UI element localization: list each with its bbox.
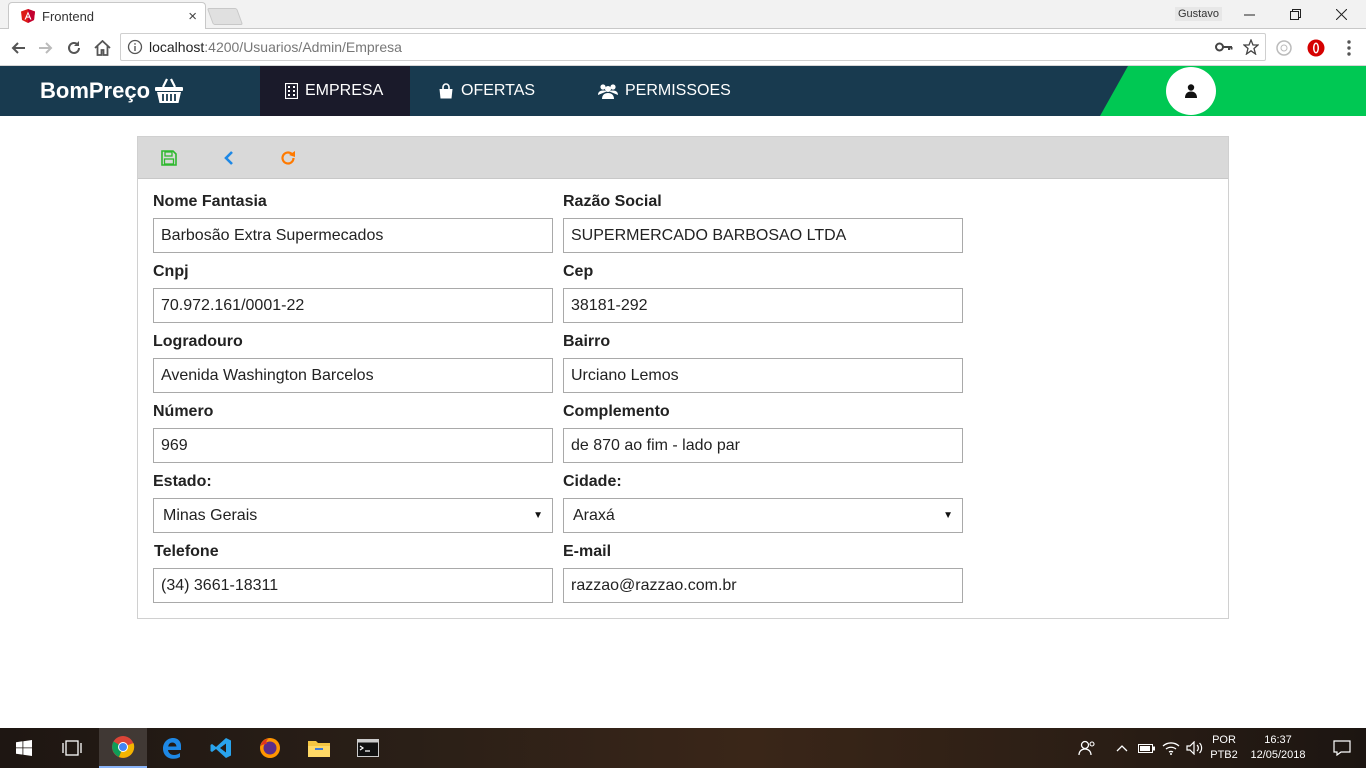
brand-name: BomPreço [40,78,151,103]
refresh-button[interactable] [277,147,299,169]
label-nome-fantasia: Nome Fantasia [153,193,267,210]
dropdown-arrow-icon: ▼ [943,510,953,521]
cidade-selected: Araxá [573,506,615,524]
logradouro-field[interactable] [153,358,553,393]
users-icon [598,84,618,99]
label-complemento: Complemento [563,403,670,420]
building-icon [285,83,298,99]
save-button[interactable] [158,147,180,169]
user-avatar[interactable] [1166,67,1216,115]
accent-band [1100,66,1366,116]
forward-arrow-icon[interactable] [35,37,57,59]
windows-taskbar: POR PTB2 16:37 12/05/2018 [0,728,1366,768]
nav-item-empresa[interactable]: EMPRESA [260,66,410,116]
edge-icon[interactable] [148,728,196,768]
label-cep: Cep [563,263,594,280]
numero-field[interactable] [153,428,553,463]
address-bar[interactable]: localhost:4200/Usuarios/Admin/Empresa [120,33,1266,61]
bairro-field[interactable] [563,358,963,393]
clock-time: 16:37 [1264,734,1292,746]
estado-select[interactable]: Minas Gerais ▼ [153,498,553,533]
browser-tab[interactable]: Frontend × [8,2,206,29]
people-icon[interactable] [1064,728,1110,768]
reload-icon[interactable] [63,37,85,59]
restore-icon[interactable] [1272,0,1318,29]
vscode-icon[interactable] [197,728,245,768]
battery-icon[interactable] [1136,728,1158,768]
opera-icon[interactable] [1306,38,1326,58]
close-window-icon[interactable] [1318,0,1364,29]
save-icon [161,150,177,166]
razao-social-field[interactable] [563,218,963,253]
angular-icon [21,9,35,23]
notifications-icon[interactable] [1318,728,1366,768]
tray-chevron-up-icon[interactable] [1112,728,1132,768]
refresh-icon [281,151,295,165]
label-cnpj: Cnpj [153,263,189,280]
label-razao-social: Razão Social [563,193,662,210]
nav-item-ofertas[interactable]: OFERTAS [413,66,560,116]
firefox-icon[interactable] [246,728,294,768]
chrome-icon[interactable] [99,728,147,768]
nav-item-permissoes[interactable]: PERMISSOES [573,66,756,116]
info-icon[interactable] [127,39,143,55]
home-icon[interactable] [91,37,113,59]
lang-bottom: PTB2 [1210,749,1238,761]
telefone-field[interactable] [153,568,553,603]
profile-name[interactable]: Gustavo [1175,7,1222,21]
brand-logo[interactable]: BomPreço [40,66,184,116]
language-indicator[interactable]: POR PTB2 [1206,733,1242,763]
label-cidade: Cidade: [563,473,622,490]
complemento-field[interactable] [563,428,963,463]
chevron-left-icon [224,151,233,165]
cnpj-field[interactable] [153,288,553,323]
file-explorer-icon[interactable] [295,728,343,768]
browser-tabstrip: Frontend × Gustavo [0,0,1366,29]
user-icon [1185,84,1197,98]
windows-start-icon[interactable] [0,728,48,768]
cep-field[interactable] [563,288,963,323]
label-telefone: Telefone [154,543,219,560]
nome-fantasia-field[interactable] [153,218,553,253]
cidade-select[interactable]: Araxá ▼ [563,498,963,533]
back-arrow-icon[interactable] [7,37,29,59]
url-host: localhost [149,39,205,55]
empresa-form-card: Nome Fantasia Razão Social Cnpj Cep Logr… [137,136,1229,619]
extension-icon[interactable] [1274,38,1294,58]
label-numero: Número [153,403,214,420]
star-icon[interactable] [1243,39,1259,55]
clock[interactable]: 16:37 12/05/2018 [1246,733,1310,763]
email-field[interactable] [563,568,963,603]
volume-icon[interactable] [1184,728,1206,768]
menu-dots-icon[interactable] [1339,38,1359,58]
estado-selected: Minas Gerais [163,506,258,524]
label-email: E-mail [563,543,612,560]
minimize-icon[interactable] [1226,0,1272,29]
terminal-icon[interactable] [344,728,392,768]
lang-top: POR [1212,734,1236,746]
form-toolbar [138,137,1228,179]
basket-icon [155,78,184,103]
back-button[interactable] [218,147,240,169]
tab-title: Frontend [42,8,95,24]
nav-label-permissoes: PERMISSOES [625,82,731,99]
label-estado: Estado: [153,473,212,490]
app-navbar: BomPreço EMPRESA OFERTAS PERMISSOES [0,66,1366,116]
shopping-bag-icon [439,83,453,99]
nav-label-empresa: EMPRESA [305,82,384,99]
nav-label-ofertas: OFERTAS [461,82,536,99]
task-view-icon[interactable] [48,728,96,768]
label-bairro: Bairro [563,333,611,350]
clock-date: 12/05/2018 [1250,749,1306,761]
url-path: :4200/Usuarios/Admin/Empresa [204,39,402,55]
new-tab-button[interactable] [206,8,244,25]
browser-toolbar: localhost:4200/Usuarios/Admin/Empresa [0,29,1366,66]
tab-close-icon[interactable]: × [188,8,197,25]
key-icon[interactable] [1215,41,1233,53]
label-logradouro: Logradouro [153,333,243,350]
dropdown-arrow-icon: ▼ [533,510,543,521]
wifi-icon[interactable] [1160,728,1182,768]
